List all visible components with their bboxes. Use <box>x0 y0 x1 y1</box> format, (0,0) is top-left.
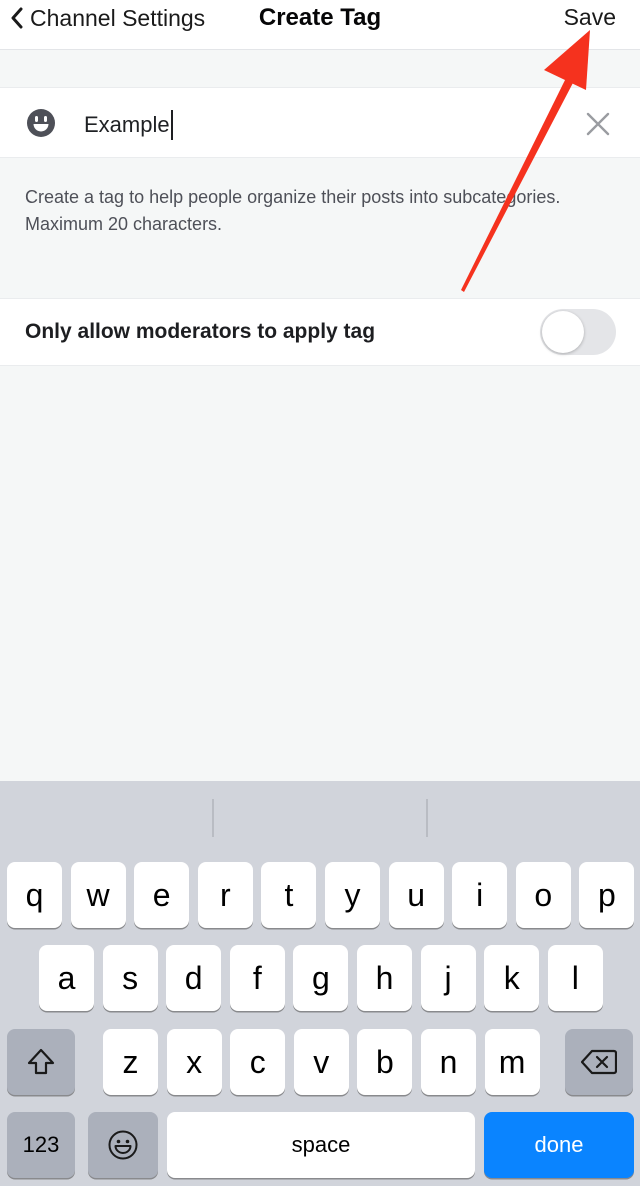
key-d[interactable]: d <box>166 945 222 1011</box>
key-g[interactable]: g <box>293 945 349 1011</box>
key-o[interactable]: o <box>515 862 571 928</box>
key-c[interactable]: c <box>230 1029 286 1095</box>
on-screen-keyboard: qwertyuiop asdfghjkl zxcvbnm 123 space d… <box>0 781 640 1186</box>
tag-name-row: Example <box>0 87 640 158</box>
key-y[interactable]: y <box>325 862 380 928</box>
key-f[interactable]: f <box>229 945 285 1011</box>
key-w[interactable]: w <box>70 862 126 928</box>
numbers-key[interactable]: 123 <box>7 1112 75 1178</box>
suggestion-divider <box>212 799 214 837</box>
moderator-toggle-row: Only allow moderators to apply tag <box>0 298 640 366</box>
key-p[interactable]: p <box>579 862 635 928</box>
toggle-knob <box>542 311 584 353</box>
navigation-bar: Channel Settings Create Tag Save <box>0 0 640 50</box>
moderator-toggle-label: Only allow moderators to apply tag <box>25 320 376 343</box>
key-s[interactable]: s <box>102 945 158 1011</box>
shift-key[interactable] <box>7 1029 75 1095</box>
chevron-left-icon <box>11 7 23 29</box>
key-b[interactable]: b <box>357 1029 413 1095</box>
tag-name-value: Example <box>84 112 170 137</box>
close-icon[interactable] <box>586 112 610 136</box>
key-m[interactable]: m <box>484 1029 540 1095</box>
back-button[interactable]: Channel Settings <box>10 2 205 34</box>
key-k[interactable]: k <box>484 945 540 1011</box>
key-q[interactable]: q <box>7 862 62 928</box>
backspace-key[interactable] <box>565 1029 633 1095</box>
key-t[interactable]: t <box>261 862 317 928</box>
text-cursor <box>170 110 173 140</box>
suggestion-divider <box>426 799 428 837</box>
key-x[interactable]: x <box>166 1029 222 1095</box>
smiley-face-icon[interactable] <box>26 108 56 138</box>
key-r[interactable]: r <box>197 862 253 928</box>
key-i[interactable]: i <box>452 862 508 928</box>
key-j[interactable]: j <box>420 945 476 1011</box>
moderator-toggle-switch[interactable] <box>540 309 616 355</box>
helper-text: Create a tag to help people organize the… <box>25 187 561 234</box>
key-z[interactable]: z <box>103 1029 158 1095</box>
done-key[interactable]: done <box>484 1112 634 1178</box>
save-button[interactable]: Save <box>564 4 616 31</box>
space-key[interactable]: space <box>167 1112 475 1178</box>
key-u[interactable]: u <box>388 862 444 928</box>
tag-name-input[interactable]: Example <box>84 110 173 140</box>
key-n[interactable]: n <box>421 1029 476 1095</box>
key-l[interactable]: l <box>547 945 603 1011</box>
emoji-icon <box>108 1130 138 1160</box>
key-v[interactable]: v <box>293 1029 349 1095</box>
key-e[interactable]: e <box>134 862 190 928</box>
back-button-label: Channel Settings <box>30 4 206 31</box>
key-h[interactable]: h <box>357 945 412 1011</box>
shift-arrow-icon <box>27 1048 55 1075</box>
key-a[interactable]: a <box>39 945 94 1011</box>
emoji-keyboard-key[interactable] <box>88 1112 158 1178</box>
backspace-icon <box>581 1049 617 1075</box>
